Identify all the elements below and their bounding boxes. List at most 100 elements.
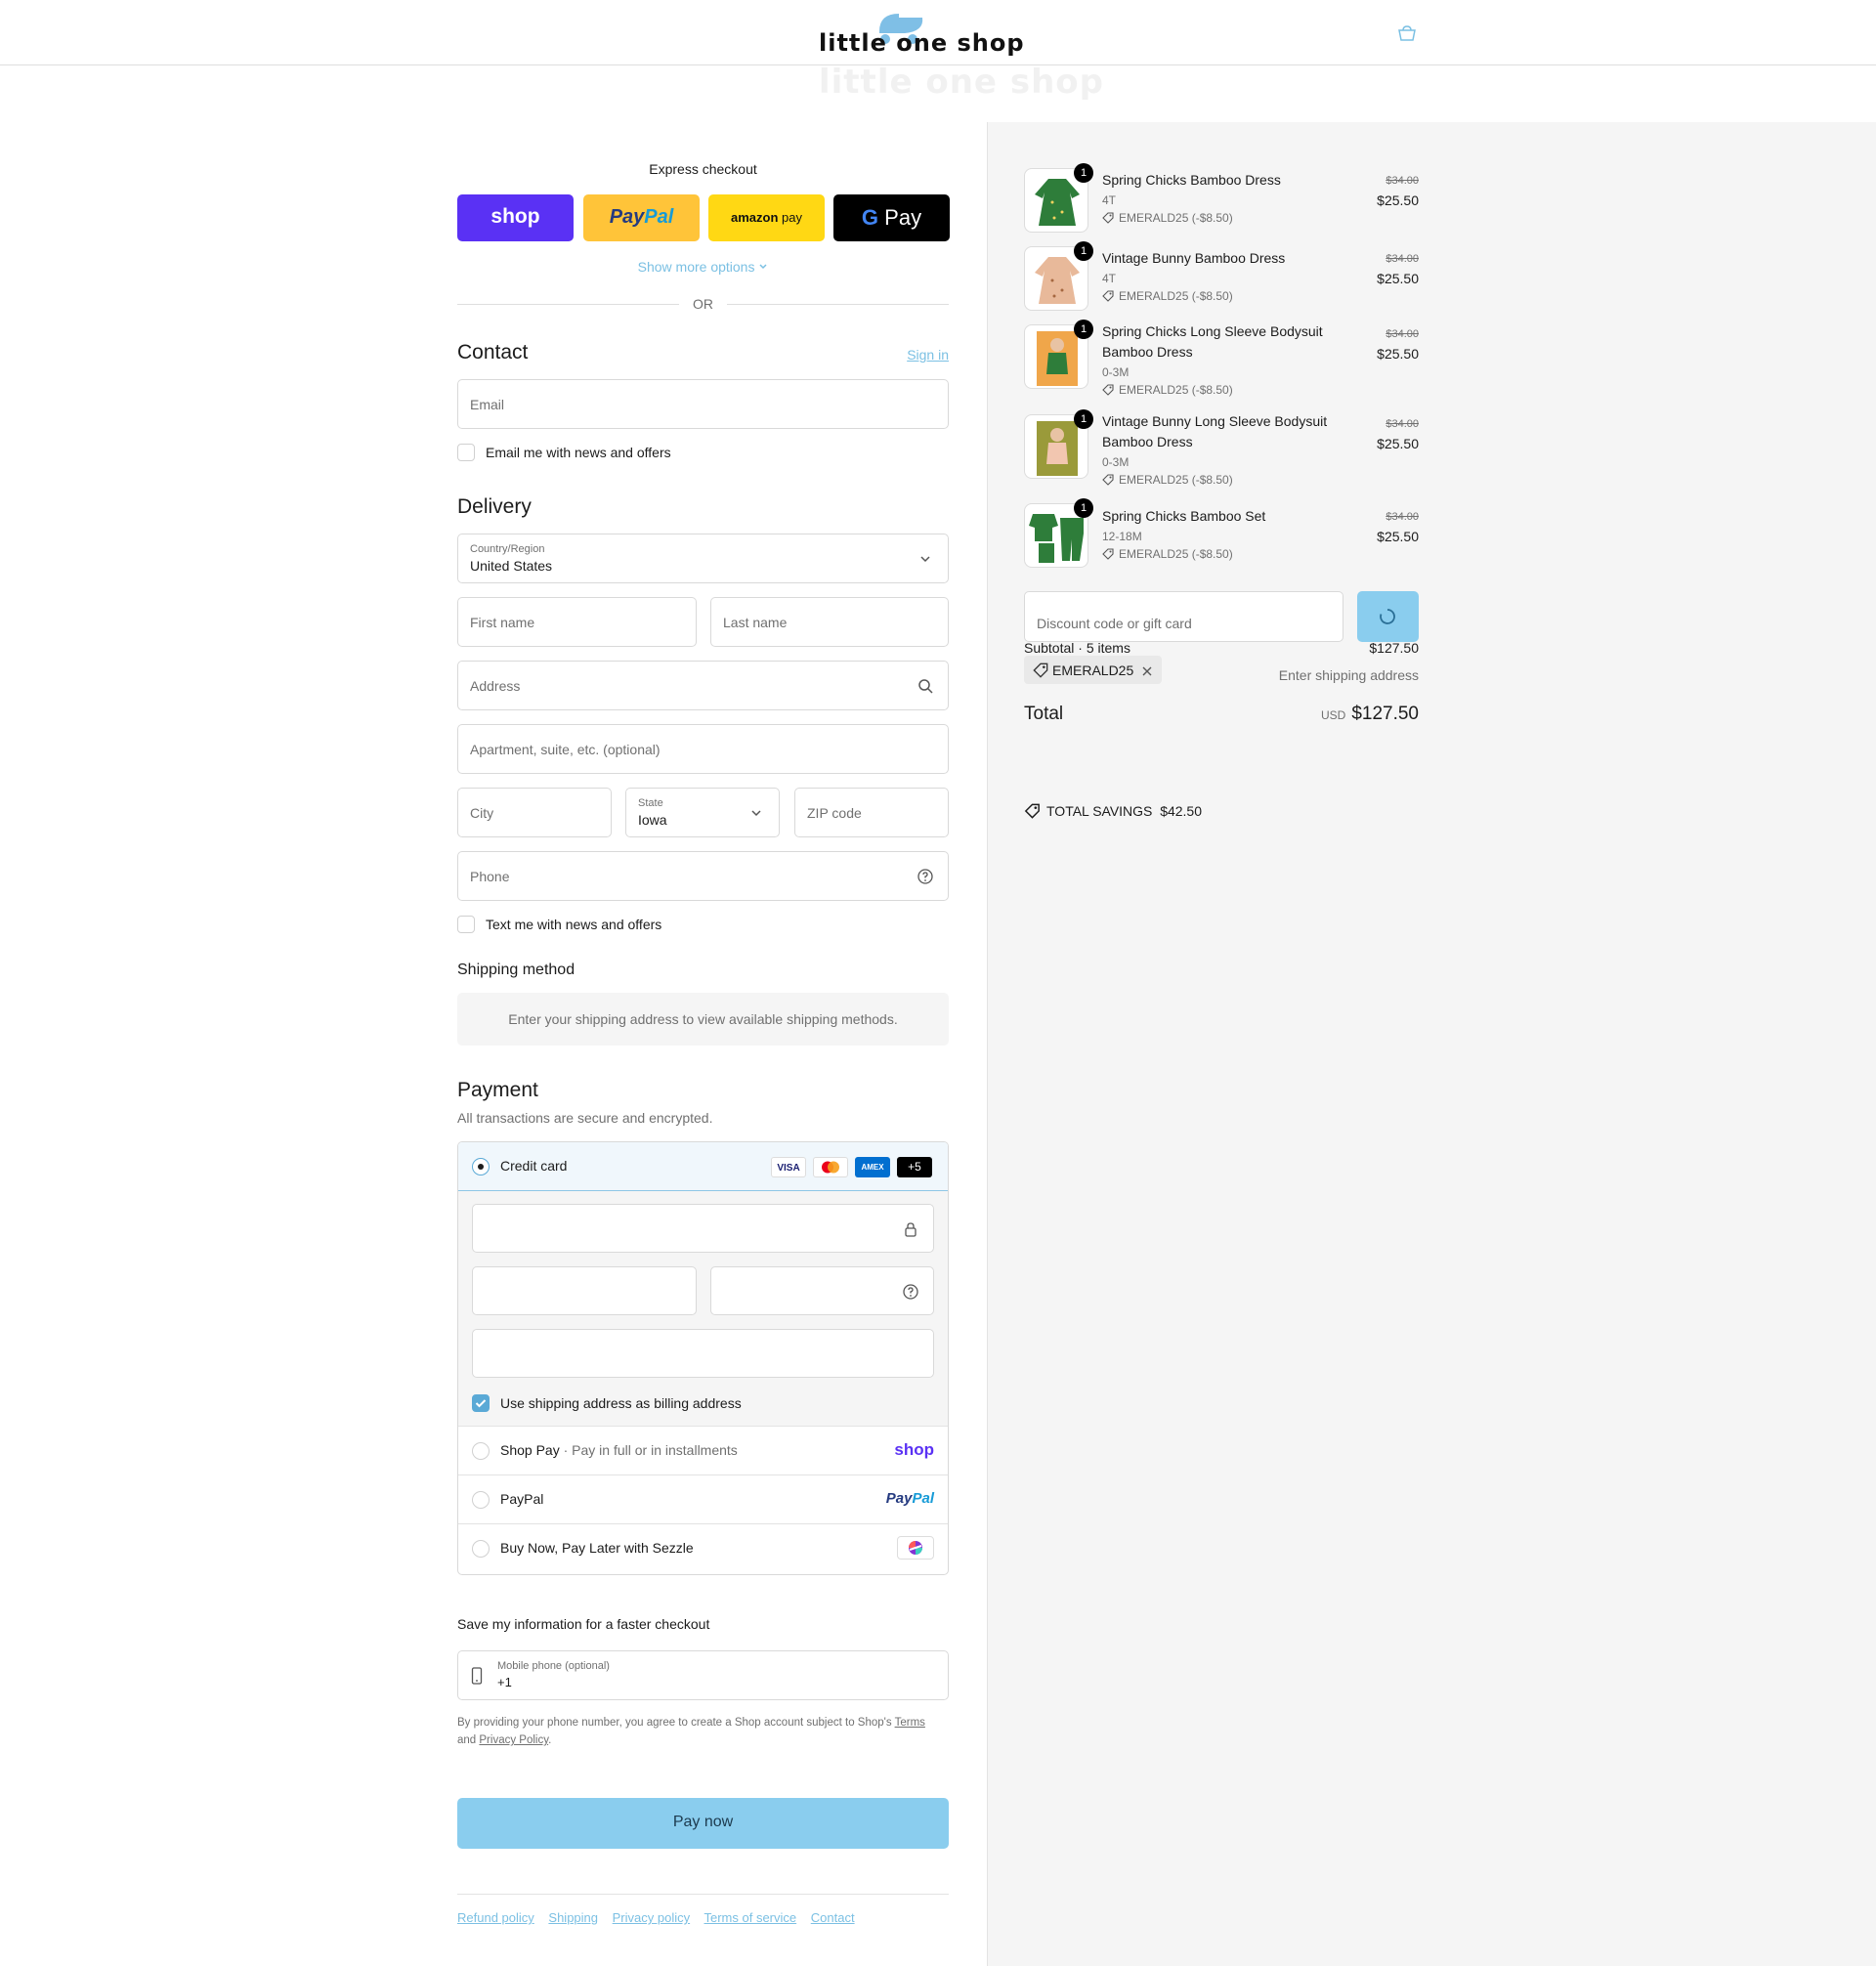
contact-link[interactable]: Contact <box>811 1910 855 1925</box>
discount-code-field[interactable]: Discount code or gift card <box>1024 591 1343 642</box>
help-circle-icon[interactable] <box>917 868 934 885</box>
phone-placeholder: Phone <box>470 869 510 884</box>
quantity-badge: 1 <box>1074 320 1093 339</box>
first-name-field[interactable]: First name <box>457 597 697 647</box>
zip-field[interactable]: ZIP code <box>794 788 949 837</box>
payment-title: Payment <box>457 1079 538 1101</box>
sezzle-radio[interactable] <box>472 1540 490 1558</box>
mobile-phone-value: +1 <box>497 1675 512 1689</box>
help-circle-icon[interactable] <box>902 1283 919 1301</box>
product-discount: EMERALD25 (-$8.50) <box>1102 473 1233 487</box>
mastercard-icon <box>813 1157 848 1177</box>
phone-field[interactable]: Phone <box>457 851 949 901</box>
product-original-price: $34.00 <box>1386 328 1419 340</box>
credit-card-form: Use shipping address as billing address <box>458 1191 948 1426</box>
apartment-field[interactable]: Apartment, suite, etc. (optional) <box>457 724 949 774</box>
amazon-pay-express-button[interactable]: amazon pay <box>708 194 825 241</box>
billing-same-checkbox[interactable] <box>472 1394 490 1412</box>
city-placeholder: City <box>470 805 494 821</box>
terms-of-service-link[interactable]: Terms of service <box>704 1910 797 1925</box>
close-icon[interactable] <box>1141 665 1153 677</box>
logo-text: little one shop <box>819 29 1025 57</box>
paypal-label: PayPal <box>500 1491 544 1507</box>
discount-code-chip-label: EMERALD25 <box>1052 662 1134 678</box>
google-pay-express-button[interactable]: G Pay <box>833 194 950 241</box>
privacy-policy-link[interactable]: Privacy policy <box>613 1910 690 1925</box>
total-label: Total <box>1024 704 1064 724</box>
pay-now-button[interactable]: Pay now <box>457 1798 949 1849</box>
order-summary-panel <box>987 122 1876 1966</box>
shipping-policy-link[interactable]: Shipping <box>548 1910 598 1925</box>
address-field[interactable]: Address <box>457 661 949 710</box>
tag-icon <box>1033 662 1048 678</box>
shop-terms-link[interactable]: Terms <box>895 1717 925 1729</box>
credit-card-option[interactable]: Credit card VISA AMEX +5 <box>458 1142 948 1191</box>
country-label: Country/Region <box>470 543 545 555</box>
first-name-placeholder: First name <box>470 615 535 630</box>
country-select[interactable]: Country/Region United States <box>457 534 949 583</box>
payment-subtitle: All transactions are secure and encrypte… <box>457 1110 713 1126</box>
loading-spinner-icon <box>1380 609 1395 624</box>
shop-pay-option[interactable]: Shop Pay · Pay in full or in installment… <box>458 1426 948 1474</box>
product-original-price: $34.00 <box>1386 175 1419 187</box>
zip-placeholder: ZIP code <box>807 805 862 821</box>
product-name: Vintage Bunny Bamboo Dress <box>1102 250 1286 266</box>
mobile-phone-field[interactable]: Mobile phone (optional) +1 <box>457 1650 949 1700</box>
total-savings: TOTAL SAVINGS $42.50 <box>1024 803 1202 819</box>
security-code-field[interactable] <box>710 1266 934 1315</box>
shop-privacy-link[interactable]: Privacy Policy <box>479 1734 548 1746</box>
legal-text-a: By providing your phone number, you agre… <box>457 1717 895 1729</box>
card-number-field[interactable] <box>472 1204 934 1253</box>
total-amount: USD $127.50 <box>1321 704 1419 725</box>
refund-policy-link[interactable]: Refund policy <box>457 1910 534 1925</box>
visa-icon: VISA <box>771 1157 806 1177</box>
total-savings-value: $42.50 <box>1160 803 1203 819</box>
paypal-express-button[interactable]: PayPal <box>583 194 700 241</box>
paypal-radio[interactable] <box>472 1491 490 1509</box>
state-label: State <box>638 797 663 809</box>
quantity-badge: 1 <box>1074 498 1093 518</box>
product-price: $25.50 <box>1377 271 1419 286</box>
email-field[interactable]: Email <box>457 379 949 429</box>
checkmark-icon <box>475 1399 487 1408</box>
shop-pay-label: Shop Pay <box>500 1442 560 1458</box>
shop-legal-text: By providing your phone number, you agre… <box>457 1714 949 1749</box>
paypal-option[interactable]: PayPal PayPal <box>458 1474 948 1523</box>
express-checkout-title: Express checkout <box>649 161 757 177</box>
state-value: Iowa <box>638 812 667 828</box>
city-field[interactable]: City <box>457 788 612 837</box>
tag-icon <box>1102 474 1114 486</box>
show-more-options-link[interactable]: Show more options <box>457 259 949 275</box>
product-variant: 4T <box>1102 193 1117 207</box>
last-name-field[interactable]: Last name <box>710 597 949 647</box>
legal-text-b: and <box>457 1734 480 1746</box>
shop-logo[interactable]: little one shop <box>819 14 1058 57</box>
shop-pay-express-button[interactable]: shop <box>457 194 574 241</box>
shopping-bag-icon[interactable] <box>1397 25 1417 41</box>
sezzle-logo-icon <box>897 1536 934 1560</box>
product-price: $25.50 <box>1377 346 1419 362</box>
product-variant: 0-3M <box>1102 455 1130 469</box>
product-discount-text: EMERALD25 (-$8.50) <box>1119 547 1233 561</box>
show-more-options-label: Show more options <box>637 259 755 275</box>
credit-card-radio[interactable] <box>472 1158 490 1175</box>
amazon-logo-a: amazon <box>731 210 779 225</box>
sign-in-link[interactable]: Sign in <box>907 347 949 363</box>
divider-right <box>727 304 949 305</box>
name-on-card-field[interactable] <box>472 1329 934 1378</box>
sms-newsletter-checkbox[interactable] <box>457 916 475 933</box>
expiration-date-field[interactable] <box>472 1266 697 1315</box>
legal-text-c: . <box>548 1734 552 1746</box>
product-name: Vintage Bunny Long Sleeve Bodysuit Bambo… <box>1102 413 1328 449</box>
divider-left <box>457 304 679 305</box>
or-divider-label: OR <box>693 296 713 312</box>
credit-card-label: Credit card <box>500 1158 568 1174</box>
shop-pay-radio[interactable] <box>472 1442 490 1460</box>
save-info-title: Save my information for a faster checkou… <box>457 1616 710 1632</box>
apply-discount-button[interactable] <box>1357 591 1419 642</box>
email-newsletter-checkbox[interactable] <box>457 444 475 461</box>
logo-ghost: little one shop <box>819 63 1104 102</box>
sezzle-option[interactable]: Buy Now, Pay Later with Sezzle <box>458 1523 948 1572</box>
currency-code: USD <box>1320 708 1346 722</box>
state-select[interactable]: State Iowa <box>625 788 780 837</box>
